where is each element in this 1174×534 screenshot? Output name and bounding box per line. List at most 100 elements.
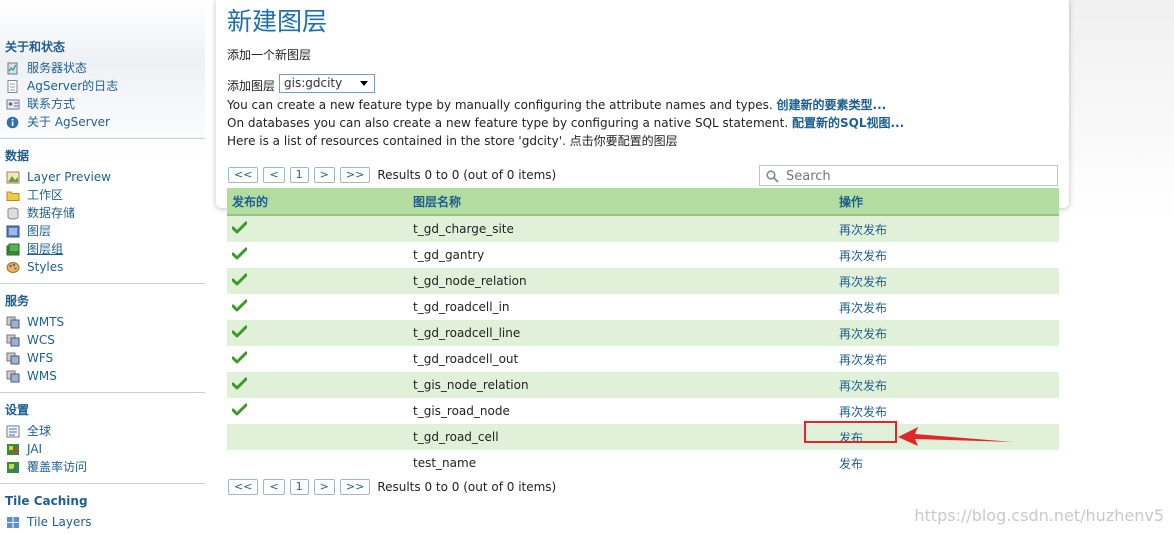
published-cell (227, 403, 413, 419)
republish-link[interactable]: 再次发布 (839, 403, 1059, 420)
sidebar-item[interactable]: 数据存储 (0, 204, 205, 222)
layer-name: t_gis_node_relation (413, 378, 529, 392)
check-icon (231, 299, 248, 315)
sidebar-item-label: Tile Layers (27, 515, 92, 529)
annotation-arrow-icon (898, 427, 1013, 446)
info-text-1: You can create a new feature type by man… (227, 98, 773, 112)
check-icon (231, 325, 248, 341)
sidebar-item-label: Layer Preview (27, 170, 111, 184)
pager-button[interactable]: 1 (289, 479, 309, 495)
table-header: 发布的 图层名称 操作 (227, 188, 1059, 216)
sidebar-item-label: WMTS (27, 315, 65, 329)
layer-name: t_gis_road_node (413, 404, 510, 418)
global-settings-icon (6, 425, 20, 438)
republish-link[interactable]: 再次发布 (839, 221, 1059, 238)
sidebar-item-label: WCS (27, 333, 55, 347)
published-cell (227, 247, 413, 263)
sidebar-item[interactable]: WMS (0, 367, 205, 385)
about-icon (6, 116, 20, 129)
header-action: 操作 (839, 194, 864, 209)
sidebar-item-label: WMS (27, 369, 57, 383)
pager-button[interactable]: >> (339, 167, 371, 183)
published-cell (227, 273, 413, 289)
sidebar-section-title: Tile Caching (5, 494, 88, 508)
info-line-3: Here is a list of resources contained in… (227, 134, 678, 148)
pager-button[interactable]: < (263, 479, 285, 495)
service-icon (6, 352, 20, 365)
highlight-box (804, 421, 897, 443)
sidebar-item[interactable]: 图层组 (0, 240, 205, 258)
sidebar-item[interactable]: 全球 (0, 422, 205, 440)
sidebar-item[interactable]: WFS (0, 349, 205, 367)
published-cell (227, 325, 413, 341)
sidebar-item[interactable]: Layer Preview (0, 168, 205, 186)
sidebar-item-label: WFS (27, 351, 54, 365)
layer-preview-icon (6, 171, 20, 184)
page-subtitle: 添加一个新图层 (227, 48, 312, 62)
republish-link[interactable]: 再次发布 (839, 377, 1059, 394)
layer-name: t_gd_roadcell_out (413, 352, 519, 366)
table-row: t_gd_gantry 再次发布 (227, 242, 1059, 268)
search-icon (766, 170, 779, 186)
search-input[interactable] (784, 167, 1048, 186)
sidebar-item-label: 图层 (27, 224, 52, 238)
table-row: test_name 发布 (227, 450, 1059, 476)
table-row: t_gd_roadcell_line 再次发布 (227, 320, 1059, 346)
sidebar-item[interactable]: 工作区 (0, 186, 205, 204)
republish-link[interactable]: 再次发布 (839, 325, 1059, 342)
pager-button[interactable]: >> (339, 479, 371, 495)
sidebar-item[interactable]: Tile Layers (0, 513, 205, 531)
sidebar-item[interactable]: WMTS (0, 313, 205, 331)
pager-button[interactable]: < (263, 167, 285, 183)
pager-button[interactable]: << (228, 479, 259, 495)
sidebar-item-label: 覆盖率访问 (27, 460, 88, 474)
header-published[interactable]: 发布的 (227, 193, 413, 210)
sidebar-item[interactable]: 关于 AgServer (0, 113, 205, 131)
sidebar-item-label: AgServer的日志 (27, 79, 119, 93)
pager-button[interactable]: 1 (289, 167, 309, 183)
tile-layers-icon (6, 516, 20, 529)
sidebar-item-label: Styles (27, 260, 64, 274)
republish-link[interactable]: 再次发布 (839, 247, 1059, 264)
check-icon (231, 247, 248, 263)
sidebar-item[interactable]: AgServer的日志 (0, 77, 205, 95)
republish-link[interactable]: 再次发布 (839, 299, 1059, 316)
published-cell (227, 377, 413, 393)
service-icon (6, 316, 20, 329)
pager-bottom: << <1 > >> Results 0 to 0 (out of 0 items) (228, 478, 556, 496)
configure-sql-view-link[interactable]: 配置新的SQL视图... (792, 116, 904, 130)
sidebar-item[interactable]: WCS (0, 331, 205, 349)
service-icon (6, 334, 20, 347)
sidebar-item[interactable]: 联系方式 (0, 95, 205, 113)
check-icon (231, 221, 248, 237)
store-select-value: gis:gdcity (284, 76, 343, 90)
create-feature-type-link[interactable]: 创建新的要素类型... (777, 98, 887, 112)
sidebar-item[interactable]: 服务器状态 (0, 59, 205, 77)
service-icon (6, 370, 20, 383)
info-line-1: You can create a new feature type by man… (227, 96, 886, 113)
pager-button[interactable]: > (313, 479, 335, 495)
sidebar-item[interactable]: JAI (0, 440, 205, 458)
pager-button[interactable]: << (228, 167, 259, 183)
publish-link[interactable]: 发布 (839, 455, 1059, 472)
sidebar: 关于和状态 服务器状态 AgServer的日志 联系方式 关于 AgServer 数据 La… (0, 0, 205, 533)
folder-icon (6, 189, 20, 202)
pager-button[interactable]: > (313, 167, 335, 183)
pager-results: Results 0 to 0 (out of 0 items) (377, 168, 557, 182)
search-box[interactable] (759, 165, 1058, 186)
header-layer-name[interactable]: 图层名称 (413, 193, 839, 210)
sidebar-item-label: 工作区 (27, 188, 64, 202)
store-select[interactable]: gis:gdcity (279, 74, 375, 93)
sidebar-item[interactable]: 图层 (0, 222, 205, 240)
sidebar-item-label: 全球 (27, 424, 52, 438)
republish-link[interactable]: 再次发布 (839, 273, 1059, 290)
sidebar-section: Tile Caching Tile Layers (0, 492, 205, 531)
layer-name: test_name (413, 456, 477, 470)
sidebar-section-title: 服务 (5, 294, 30, 308)
coverage-access-icon (6, 461, 20, 474)
layer-name: t_gd_gantry (413, 248, 485, 262)
layer-name: t_gd_roadcell_in (413, 300, 510, 314)
sidebar-item[interactable]: Styles (0, 258, 205, 276)
sidebar-item[interactable]: 覆盖率访问 (0, 458, 205, 476)
republish-link[interactable]: 再次发布 (839, 351, 1059, 368)
